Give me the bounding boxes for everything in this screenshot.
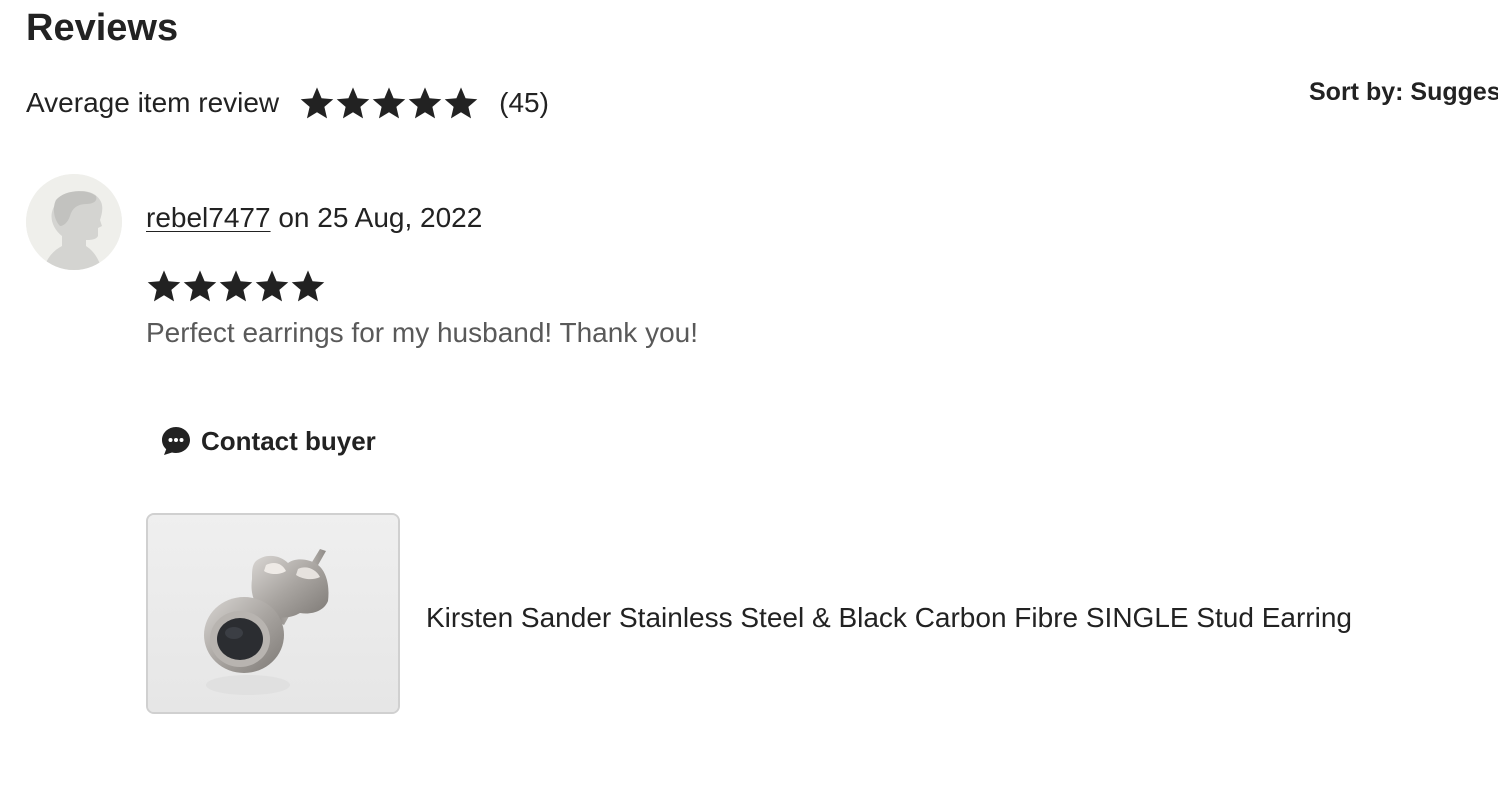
reviews-heading: Reviews [26,7,179,49]
default-avatar-icon [26,174,122,270]
star-icon [336,87,370,119]
sort-by-dropdown[interactable]: Sort by: Sugges [1309,78,1498,107]
average-review-row: Average item review (45) [26,82,549,124]
contact-buyer-button[interactable]: Contact buyer [160,420,376,462]
average-review-label: Average item review [26,87,280,118]
reviewer-avatar[interactable] [26,174,122,270]
reviewer-username-link[interactable]: rebel7477 [146,202,271,233]
star-icon [372,87,406,119]
star-icon [255,270,289,302]
star-icon [291,270,325,302]
reviews-section: Reviews Average item review (45) Sort by… [0,0,1498,796]
star-icon [444,87,478,119]
review-rating-stars [146,268,326,304]
contact-buyer-label: Contact buyer [201,425,376,456]
reviewer-info: rebel7477 on 25 Aug, 2022 [146,198,482,238]
star-icon [183,270,217,302]
product-thumbnail[interactable] [146,513,400,714]
stud-earring-image [148,515,398,712]
product-title-link[interactable]: Kirsten Sander Stainless Steel & Black C… [426,598,1352,638]
review-date: on 25 Aug, 2022 [270,202,483,233]
review-count: (45) [499,87,549,118]
star-icon [408,87,442,119]
star-icon [147,270,181,302]
star-icon [300,87,334,119]
chat-bubble-icon [162,427,190,455]
average-rating-stars [299,85,479,121]
star-icon [219,270,253,302]
review-text: Perfect earrings for my husband! Thank y… [146,317,698,348]
